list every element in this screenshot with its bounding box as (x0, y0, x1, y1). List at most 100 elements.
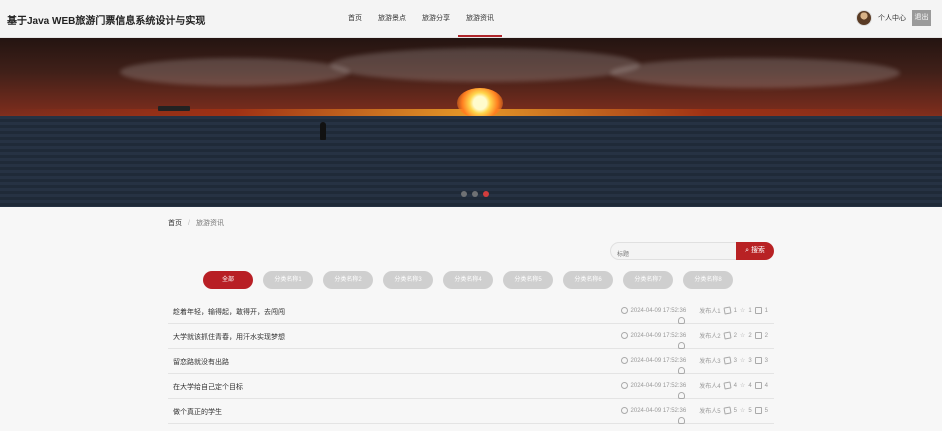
user-icon (678, 417, 686, 424)
avatar[interactable] (856, 10, 872, 26)
comment-count: 3 (764, 357, 768, 364)
ship-silhouette (158, 106, 190, 111)
article-author: 发布人3 (699, 359, 721, 365)
favorite-count: 2 (748, 332, 752, 339)
thumb-icon (723, 331, 732, 340)
user-icon (678, 367, 686, 374)
article-row[interactable]: 做个真正的学生 2024-04-09 17:52:36 发布人5 5 ☆ 5 5 (168, 399, 774, 424)
search-icon: ⌕ (745, 247, 749, 254)
breadcrumb: 首页 / 旅游资讯 (168, 218, 224, 228)
article-title[interactable]: 趁着年轻，输得起，敢得开，去闯闯 (173, 307, 285, 317)
cloud-graphic (610, 58, 900, 88)
article-date: 2024-04-09 17:52:36 (630, 357, 687, 364)
category-4[interactable]: 分类名称4 (443, 271, 493, 289)
article-title[interactable]: 留恋路就没有出路 (173, 357, 229, 367)
article-meta: 2024-04-09 17:52:36 发布人1 1 ☆ 1 1 (618, 306, 768, 324)
thumb-icon (723, 406, 732, 415)
carousel-dot[interactable] (472, 191, 478, 197)
article-author: 发布人5 (699, 409, 721, 415)
article-row[interactable]: 大学就该抓住青春，用汗水实现梦想 2024-04-09 17:52:36 发布人… (168, 324, 774, 349)
thumb-icon (723, 356, 732, 365)
comment-icon (754, 382, 762, 389)
user-menu: 个人中心 退出 (856, 10, 931, 26)
nav-home[interactable]: 首页 (340, 0, 370, 38)
star-icon: ☆ (739, 308, 746, 314)
favorite-count: 1 (748, 307, 752, 314)
category-5[interactable]: 分类名称5 (503, 271, 553, 289)
search-button-label: 搜索 (750, 247, 765, 254)
article-date: 2024-04-09 17:52:36 (630, 332, 687, 339)
article-title[interactable]: 做个真正的学生 (173, 407, 222, 417)
clock-icon (620, 407, 628, 414)
carousel-dot[interactable] (461, 191, 467, 197)
favorite-count: 4 (748, 382, 752, 389)
carousel-dots (461, 191, 489, 197)
article-author: 发布人1 (699, 309, 721, 315)
favorite-count: 5 (748, 407, 752, 414)
article-title[interactable]: 大学就该抓住青春，用汗水实现梦想 (173, 332, 285, 342)
category-1[interactable]: 分类名称1 (263, 271, 313, 289)
category-3[interactable]: 分类名称3 (383, 271, 433, 289)
comment-count: 5 (764, 407, 768, 414)
nav-attractions[interactable]: 旅游景点 (370, 0, 414, 38)
comment-icon (754, 332, 762, 339)
comment-icon (754, 407, 762, 414)
search-input[interactable] (611, 247, 736, 263)
top-navigation: 基于Java WEB旅游门票信息系统设计与实现 首页 旅游景点 旅游分享 旅游资… (0, 0, 942, 38)
breadcrumb-separator: / (188, 220, 190, 227)
comment-icon (754, 357, 762, 364)
article-meta: 2024-04-09 17:52:36 发布人5 5 ☆ 5 5 (618, 406, 768, 424)
user-icon (678, 392, 686, 399)
clock-icon (620, 382, 628, 389)
comment-count: 2 (764, 332, 768, 339)
category-all[interactable]: 全部 (203, 271, 253, 289)
article-row[interactable]: 在大学给自己定个目标 2024-04-09 17:52:36 发布人4 4 ☆ 4… (168, 374, 774, 399)
search-box (610, 242, 737, 263)
thumb-icon (723, 306, 732, 315)
star-icon: ☆ (739, 333, 746, 339)
like-count: 4 (733, 382, 737, 389)
like-count: 2 (733, 332, 737, 339)
article-title[interactable]: 在大学给自己定个目标 (173, 382, 243, 392)
sun-image (457, 88, 503, 118)
category-8[interactable]: 分类名称8 (683, 271, 733, 289)
user-icon (678, 317, 686, 324)
like-count: 3 (733, 357, 737, 364)
like-count: 5 (733, 407, 737, 414)
article-date: 2024-04-09 17:52:36 (630, 307, 687, 314)
article-row[interactable]: 留恋路就没有出路 2024-04-09 17:52:36 发布人3 3 ☆ 3 3 (168, 349, 774, 374)
cloud-graphic (330, 48, 640, 82)
nav-news[interactable]: 旅游资讯 (458, 0, 502, 38)
nav-sharing[interactable]: 旅游分享 (414, 0, 458, 38)
article-date: 2024-04-09 17:52:36 (630, 407, 687, 414)
logout-button[interactable]: 退出 (912, 10, 931, 26)
article-meta: 2024-04-09 17:52:36 发布人3 3 ☆ 3 3 (618, 356, 768, 374)
comment-count: 1 (764, 307, 768, 314)
banner-carousel[interactable] (0, 38, 942, 207)
comment-count: 4 (764, 382, 768, 389)
cloud-graphic (120, 58, 350, 86)
article-author: 发布人4 (699, 384, 721, 390)
article-row[interactable]: 趁着年轻，输得起，敢得开，去闯闯 2024-04-09 17:52:36 发布人… (168, 299, 774, 324)
clock-icon (620, 307, 628, 314)
thumb-icon (723, 381, 732, 390)
search-button[interactable]: ⌕ 搜索 (736, 242, 774, 260)
article-meta: 2024-04-09 17:52:36 发布人4 4 ☆ 4 4 (618, 381, 768, 399)
breadcrumb-home[interactable]: 首页 (168, 220, 182, 227)
like-count: 1 (733, 307, 737, 314)
comment-icon (754, 307, 762, 314)
article-author: 发布人2 (699, 334, 721, 340)
star-icon: ☆ (739, 358, 746, 364)
category-7[interactable]: 分类名称7 (623, 271, 673, 289)
category-2[interactable]: 分类名称2 (323, 271, 373, 289)
article-meta: 2024-04-09 17:52:36 发布人2 2 ☆ 2 2 (618, 331, 768, 349)
article-list: 趁着年轻，输得起，敢得开，去闯闯 2024-04-09 17:52:36 发布人… (168, 299, 774, 424)
carousel-dot-active[interactable] (483, 191, 489, 197)
category-6[interactable]: 分类名称6 (563, 271, 613, 289)
buoy-silhouette (320, 122, 326, 140)
category-filter: 全部 分类名称1 分类名称2 分类名称3 分类名称4 分类名称5 分类名称6 分… (203, 271, 733, 289)
clock-icon (620, 332, 628, 339)
clock-icon (620, 357, 628, 364)
personal-center-link[interactable]: 个人中心 (878, 13, 906, 23)
site-title: 基于Java WEB旅游门票信息系统设计与实现 (7, 16, 206, 27)
